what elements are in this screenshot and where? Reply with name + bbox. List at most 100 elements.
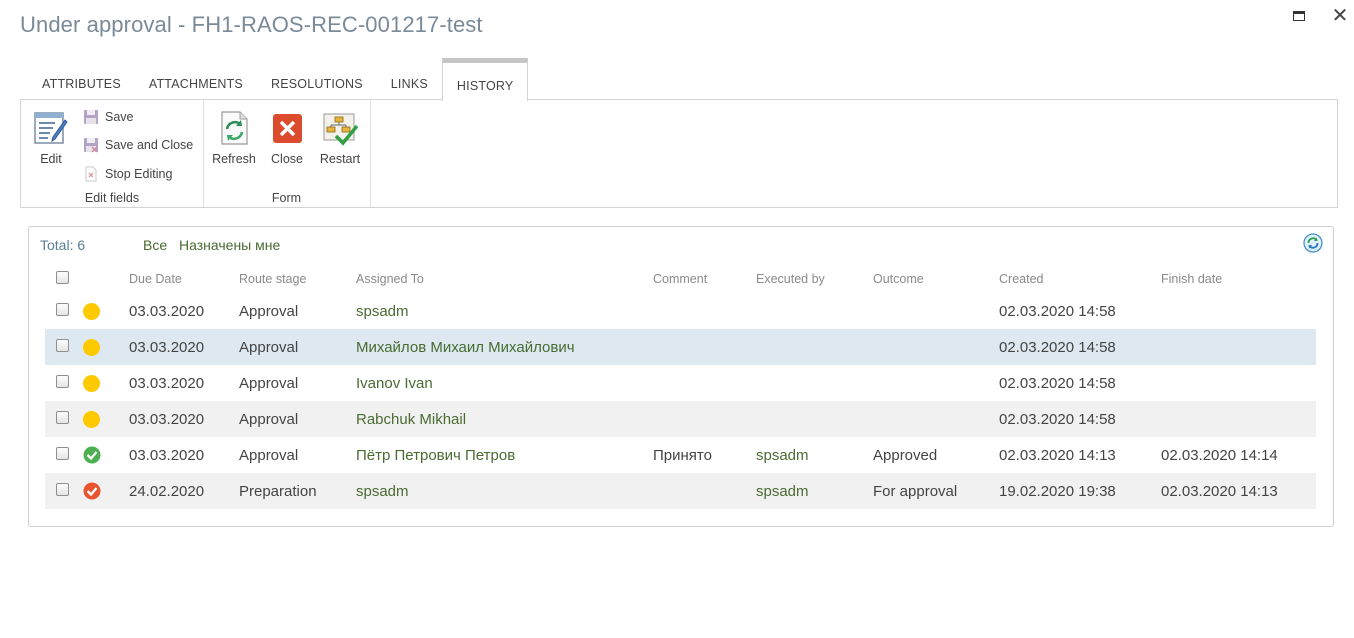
column-header-outcome[interactable]: Outcome — [873, 265, 999, 293]
assigned-to-link[interactable]: Ivanov Ivan — [356, 375, 433, 392]
status-column-header — [79, 265, 129, 293]
route-stage-cell: Approval — [239, 338, 299, 356]
tab-history[interactable]: HISTORY — [441, 58, 529, 101]
route-stage-cell: Preparation — [239, 482, 317, 500]
row-checkbox[interactable] — [56, 338, 69, 352]
created-cell: 02.03.2020 14:58 — [999, 410, 1116, 428]
pending-status-icon — [83, 302, 100, 320]
column-header-route-stage[interactable]: Route stage — [239, 265, 356, 293]
row-checkbox[interactable] — [56, 446, 69, 460]
tab-attachments[interactable]: ATTACHMENTS — [135, 58, 257, 100]
comment-cell — [653, 473, 756, 509]
due-date-cell: 03.03.2020 — [129, 338, 205, 356]
select-all-checkbox[interactable] — [56, 271, 69, 284]
outcome-cell — [873, 329, 999, 365]
maximize-icon[interactable] — [1292, 8, 1308, 24]
table-row[interactable]: 03.03.2020 Approval Rabchuk Mikhail 02.0… — [45, 401, 1316, 437]
column-header-executed-by[interactable]: Executed by — [756, 265, 873, 293]
created-cell: 02.03.2020 14:13 — [999, 446, 1116, 464]
route-stage-cell: Approval — [239, 446, 299, 464]
table-row[interactable]: 03.03.2020 Approval spsadm 02.03.2020 14… — [45, 293, 1316, 329]
route-stage-cell: Approval — [239, 410, 299, 428]
column-header-created[interactable]: Created — [999, 265, 1161, 293]
assigned-to-link[interactable]: Rabchuk Mikhail — [356, 411, 466, 428]
ribbon-toolbar: Edit Save Save and Close Stop Editing Ed… — [20, 99, 1338, 208]
table-header-row: Due Date Route stage Assigned To Comment… — [45, 265, 1316, 293]
edit-form-icon — [33, 110, 69, 146]
finish-date-cell — [1161, 329, 1316, 365]
finish-date-cell: 02.03.2020 14:13 — [1161, 482, 1278, 500]
table-row[interactable]: 24.02.2020 Preparation spsadm spsadm For… — [45, 473, 1316, 509]
restart-workflow-icon — [322, 110, 359, 146]
stop-editing-button[interactable]: Stop Editing — [83, 164, 172, 184]
completed-check-icon — [83, 482, 101, 500]
route-stage-cell: Approval — [239, 302, 299, 320]
due-date-cell: 03.03.2020 — [129, 374, 205, 392]
filter-all[interactable]: Все — [143, 237, 167, 253]
close-form-button-label: Close — [271, 152, 303, 166]
table-row[interactable]: 03.03.2020 Approval Михайлов Михаил Миха… — [45, 329, 1316, 365]
stop-editing-button-label: Stop Editing — [105, 167, 173, 181]
executed-by-link[interactable]: spsadm — [756, 447, 809, 464]
save-icon — [83, 109, 99, 125]
outcome-cell — [873, 365, 999, 401]
table-row[interactable]: 03.03.2020 Approval Ivanov Ivan 02.03.20… — [45, 365, 1316, 401]
outcome-cell: Approved — [873, 446, 938, 464]
restart-button[interactable]: Restart — [314, 110, 366, 166]
comment-cell: Принято — [653, 446, 712, 464]
save-and-close-button[interactable]: Save and Close — [83, 135, 193, 155]
close-icon[interactable]: ✕ — [1330, 6, 1350, 26]
finish-date-cell: 02.03.2020 14:14 — [1161, 446, 1278, 464]
pending-status-icon — [83, 338, 100, 356]
outcome-cell: For approval — [873, 482, 958, 500]
column-header-finish-date[interactable]: Finish date — [1161, 265, 1316, 293]
tab-links[interactable]: LINKS — [377, 58, 442, 100]
refresh-button-label: Refresh — [212, 152, 256, 166]
assigned-to-link[interactable]: spsadm — [356, 303, 409, 320]
row-checkbox[interactable] — [56, 302, 69, 316]
edit-button[interactable]: Edit — [25, 110, 77, 166]
ribbon-group-label: Edit fields — [84, 191, 140, 205]
save-close-icon — [83, 137, 99, 153]
comment-cell — [653, 293, 756, 329]
column-header-due-date[interactable]: Due Date — [129, 265, 239, 293]
restart-button-label: Restart — [319, 152, 361, 166]
tab-resolutions[interactable]: RESOLUTIONS — [257, 58, 377, 100]
executed-by-link[interactable]: spsadm — [756, 483, 809, 500]
due-date-cell: 24.02.2020 — [129, 482, 205, 500]
assigned-to-link[interactable]: Михайлов Михаил Михайлович — [356, 339, 575, 356]
due-date-cell: 03.03.2020 — [129, 302, 205, 320]
row-checkbox[interactable] — [56, 482, 69, 496]
history-panel: Total: 6 Все Назначены мне Due Date Rout… — [28, 226, 1334, 527]
filter-assigned-to-me[interactable]: Назначены мне — [179, 237, 280, 253]
save-and-close-button-label: Save and Close — [105, 138, 194, 152]
pending-status-icon — [83, 374, 100, 392]
refresh-document-icon — [216, 110, 252, 146]
comment-cell — [653, 365, 756, 401]
table-row[interactable]: 03.03.2020 Approval Пётр Петрович Петров… — [45, 437, 1316, 473]
column-header-comment[interactable]: Comment — [653, 265, 756, 293]
history-table: Due Date Route stage Assigned To Comment… — [45, 265, 1316, 509]
assigned-to-link[interactable]: spsadm — [356, 483, 409, 500]
stop-editing-icon — [83, 166, 99, 182]
pending-status-icon — [83, 410, 100, 428]
close-red-icon — [269, 110, 305, 146]
refresh-button[interactable]: Refresh — [208, 110, 260, 166]
row-checkbox[interactable] — [56, 410, 69, 424]
column-header-assigned-to[interactable]: Assigned To — [356, 265, 653, 293]
ribbon-group-label: Form — [271, 191, 302, 205]
tab-attributes[interactable]: ATTRIBUTES — [28, 58, 135, 100]
created-cell: 02.03.2020 14:58 — [999, 302, 1116, 320]
save-button[interactable]: Save — [83, 107, 134, 127]
finish-date-cell — [1161, 365, 1316, 401]
assigned-to-link[interactable]: Пётр Петрович Петров — [356, 447, 515, 464]
refresh-grid-icon[interactable] — [1303, 233, 1323, 253]
row-checkbox[interactable] — [56, 374, 69, 388]
ribbon-group-form: Refresh Close Restart Form — [203, 100, 371, 207]
page-title: Under approval - FH1-RAOS-REC-001217-tes… — [20, 12, 483, 37]
created-cell: 02.03.2020 14:58 — [999, 374, 1116, 392]
due-date-cell: 03.03.2020 — [129, 410, 205, 428]
created-cell: 19.02.2020 19:38 — [999, 482, 1116, 500]
close-form-button[interactable]: Close — [261, 110, 313, 166]
edit-button-label: Edit — [40, 152, 62, 166]
